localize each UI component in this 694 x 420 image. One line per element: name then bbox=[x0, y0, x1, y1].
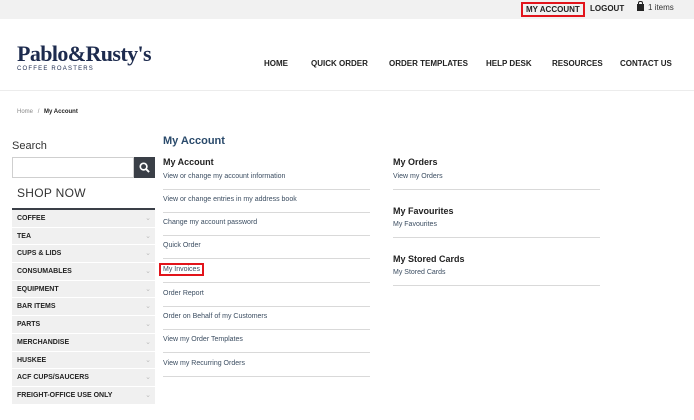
nav-home[interactable]: HOME bbox=[264, 59, 288, 68]
category-parts[interactable]: PARTS ⌄ bbox=[12, 316, 155, 334]
brand-logo[interactable]: Pablo&Rusty's COFFEE ROASTERS bbox=[17, 41, 152, 73]
category-freight-office[interactable]: FREIGHT-OFFICE USE ONLY ⌄ bbox=[12, 386, 155, 405]
top-utility-bar: MY ACCOUNT LOGOUT 1 items bbox=[0, 0, 694, 19]
my-account-heading: My Account bbox=[163, 157, 214, 167]
breadcrumb-current: My Account bbox=[44, 109, 78, 115]
nav-resources[interactable]: RESOURCES bbox=[552, 59, 603, 68]
chevron-down-icon: ⌄ bbox=[145, 321, 151, 329]
chevron-down-icon: ⌄ bbox=[145, 338, 151, 346]
breadcrumb: Home / My Account bbox=[17, 109, 78, 115]
category-consumables[interactable]: CONSUMABLES ⌄ bbox=[12, 263, 155, 281]
link-my-invoices[interactable]: My Invoices bbox=[159, 263, 370, 283]
category-label: EQUIPMENT bbox=[17, 285, 59, 293]
link-recurring-orders[interactable]: View my Recurring Orders bbox=[163, 357, 370, 377]
chevron-down-icon: ⌄ bbox=[145, 215, 151, 222]
category-bar-items[interactable]: BAR ITEMS ⌄ bbox=[12, 298, 155, 317]
link-view-orders[interactable]: View my Orders bbox=[393, 170, 600, 190]
link-change-password[interactable]: Change my account password bbox=[163, 216, 370, 236]
category-label: COFFEE bbox=[17, 215, 46, 222]
category-label: PARTS bbox=[17, 321, 41, 329]
logout-link[interactable]: LOGOUT bbox=[590, 4, 624, 13]
cart-link[interactable]: 1 items bbox=[637, 1, 674, 12]
link-quick-order[interactable]: Quick Order bbox=[163, 239, 370, 259]
category-equipment[interactable]: EQUIPMENT ⌄ bbox=[12, 280, 155, 299]
category-tea[interactable]: TEA ⌄ bbox=[12, 227, 155, 246]
breadcrumb-home[interactable]: Home bbox=[17, 109, 33, 115]
breadcrumb-separator: / bbox=[37, 109, 40, 115]
page-title: My Account bbox=[163, 135, 225, 147]
nav-quick-order[interactable]: QUICK ORDER bbox=[311, 59, 368, 68]
chevron-down-icon: ⌄ bbox=[145, 250, 151, 258]
link-favourites[interactable]: My Favourites bbox=[393, 218, 600, 238]
search-input[interactable] bbox=[12, 157, 134, 178]
category-merchandise[interactable]: MERCHANDISE ⌄ bbox=[12, 333, 155, 352]
category-label: MERCHANDISE bbox=[17, 338, 70, 346]
chevron-down-icon: ⌄ bbox=[145, 232, 151, 240]
brand-tagline: COFFEE ROASTERS bbox=[17, 66, 95, 72]
stored-cards-heading: My Stored Cards bbox=[393, 254, 465, 264]
chevron-down-icon: ⌄ bbox=[145, 285, 151, 293]
category-acf-cups-saucers[interactable]: ACF CUPS/SAUCERS ⌄ bbox=[12, 369, 155, 387]
link-order-templates[interactable]: View my Order Templates bbox=[163, 333, 370, 353]
my-orders-heading: My Orders bbox=[393, 157, 438, 167]
category-huskee[interactable]: HUSKEE ⌄ bbox=[12, 351, 155, 370]
link-order-report[interactable]: Order Report bbox=[163, 287, 370, 307]
nav-contact-us[interactable]: CONTACT US bbox=[620, 59, 672, 68]
my-favourites-heading: My Favourites bbox=[393, 206, 454, 216]
link-address-book[interactable]: View or change entries in my address boo… bbox=[163, 193, 370, 213]
category-cups-lids[interactable]: CUPS & LIDS ⌄ bbox=[12, 245, 155, 264]
link-account-info[interactable]: View or change my account information bbox=[163, 170, 370, 190]
category-coffee[interactable]: COFFEE ⌄ bbox=[12, 210, 155, 228]
shop-now-heading: SHOP NOW bbox=[17, 186, 86, 200]
category-label: TEA bbox=[17, 232, 31, 240]
search-label: Search bbox=[12, 140, 47, 152]
site-header: Pablo&Rusty's COFFEE ROASTERS HOME QUICK… bbox=[0, 19, 694, 91]
shopping-bag-icon bbox=[637, 1, 644, 11]
cart-count: 1 items bbox=[648, 3, 674, 12]
brand-name: Pablo&Rusty's bbox=[17, 41, 152, 66]
search-icon bbox=[139, 162, 150, 173]
category-label: CONSUMABLES bbox=[17, 268, 72, 276]
link-stored-cards[interactable]: My Stored Cards bbox=[393, 266, 600, 286]
nav-order-templates[interactable]: ORDER TEMPLATES bbox=[389, 59, 468, 68]
chevron-down-icon: ⌄ bbox=[145, 374, 151, 382]
chevron-down-icon: ⌄ bbox=[145, 268, 151, 276]
nav-help-desk[interactable]: HELP DESK bbox=[486, 59, 532, 68]
category-label: BAR ITEMS bbox=[17, 303, 56, 311]
chevron-down-icon: ⌄ bbox=[145, 356, 151, 364]
category-label: HUSKEE bbox=[17, 356, 47, 364]
category-label: FREIGHT-OFFICE USE ONLY bbox=[17, 391, 113, 399]
search-button[interactable] bbox=[134, 157, 155, 178]
my-account-link[interactable]: MY ACCOUNT bbox=[521, 2, 585, 17]
link-order-on-behalf[interactable]: Order on Behalf of my Customers bbox=[163, 310, 370, 330]
category-label: CUPS & LIDS bbox=[17, 250, 62, 258]
chevron-down-icon: ⌄ bbox=[145, 391, 151, 399]
category-label: ACF CUPS/SAUCERS bbox=[17, 374, 89, 382]
category-list: COFFEE ⌄ TEA ⌄ CUPS & LIDS ⌄ CONSUMABLES ⌄ E… bbox=[12, 208, 155, 405]
chevron-down-icon: ⌄ bbox=[145, 303, 151, 311]
my-invoices-label: My Invoices bbox=[159, 263, 204, 276]
